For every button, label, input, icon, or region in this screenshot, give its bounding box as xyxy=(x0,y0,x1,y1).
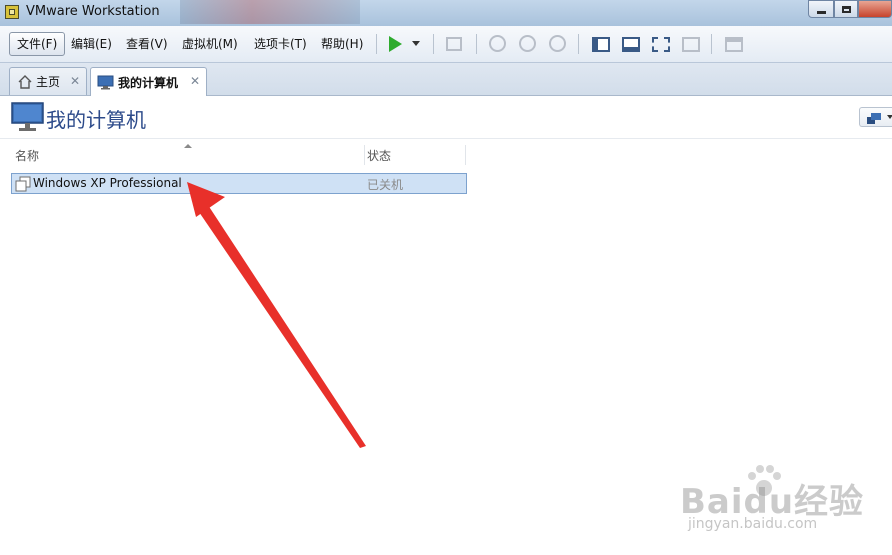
toolbar-separator xyxy=(578,34,579,54)
column-divider[interactable] xyxy=(364,145,365,165)
view-mode-button[interactable] xyxy=(859,107,892,127)
vm-list-header: 名称 状态 xyxy=(10,144,467,165)
tab-home-label: 主页 xyxy=(36,75,61,89)
toolbar-separator xyxy=(711,34,712,54)
column-divider[interactable] xyxy=(465,145,466,165)
snapshot-revert-icon[interactable] xyxy=(519,35,536,52)
sort-ascending-icon xyxy=(184,144,192,148)
baidu-watermark: Baidu经验 jingyan.baidu.com xyxy=(680,460,880,540)
table-row[interactable]: Windows XP Professional 已关机 xyxy=(11,173,467,194)
menu-tabs[interactable]: 选项卡(T) xyxy=(254,35,307,53)
snapshot-manager-icon[interactable] xyxy=(549,35,566,52)
annotation-arrow-shaft xyxy=(199,202,366,448)
menu-edit[interactable]: 编辑(E) xyxy=(71,35,112,53)
full-screen-icon[interactable] xyxy=(652,37,670,52)
close-window-button[interactable] xyxy=(858,0,892,18)
dropdown-arrow-icon[interactable] xyxy=(412,41,420,46)
close-tab-icon[interactable]: ✕ xyxy=(70,74,80,88)
chevron-down-icon xyxy=(887,115,892,119)
maximize-button[interactable] xyxy=(834,0,858,18)
page-title: 我的计算机 xyxy=(46,108,146,132)
send-ctrl-alt-del-icon[interactable] xyxy=(446,37,462,51)
snapshot-take-icon[interactable] xyxy=(489,35,506,52)
virtual-machine-icon xyxy=(15,176,31,192)
view-mode-icon xyxy=(867,113,881,124)
thumbnail-icon[interactable] xyxy=(725,37,743,52)
page-header: 我的计算机 xyxy=(0,96,892,139)
minimize-icon xyxy=(816,10,826,14)
column-status[interactable]: 状态 xyxy=(367,145,391,165)
menu-help[interactable]: 帮助(H) xyxy=(321,35,363,53)
title-bar: VMware Workstation xyxy=(0,0,892,26)
home-icon xyxy=(18,74,32,89)
window-title: VMware Workstation xyxy=(26,4,160,19)
toolbar-separator xyxy=(376,34,377,54)
vm-name: Windows XP Professional xyxy=(33,176,182,190)
toolbar-separator xyxy=(433,34,434,54)
toolbar-separator xyxy=(476,34,477,54)
tab-my-computer[interactable]: 我的计算机 ✕ xyxy=(90,67,207,96)
menu-toolbar-bar: 文件(F) 编辑(E) 查看(V) 虚拟机(M) 选项卡(T) 帮助(H) xyxy=(0,26,892,63)
column-name[interactable]: 名称 xyxy=(15,145,39,165)
show-library-icon[interactable] xyxy=(592,37,610,52)
console-view-icon[interactable] xyxy=(622,37,640,52)
unity-icon[interactable] xyxy=(682,37,700,52)
tab-my-computer-label: 我的计算机 xyxy=(118,75,179,90)
maximize-icon xyxy=(841,5,851,13)
menu-view[interactable]: 查看(V) xyxy=(126,35,168,53)
minimize-button[interactable] xyxy=(808,0,834,18)
window-controls xyxy=(808,0,892,19)
menu-file[interactable]: 文件(F) xyxy=(9,32,66,56)
tab-home[interactable]: 主页 ✕ xyxy=(9,67,87,95)
play-icon[interactable] xyxy=(389,36,402,52)
close-tab-icon[interactable]: ✕ xyxy=(190,74,200,88)
background-wallpaper xyxy=(180,0,360,24)
menu-vm[interactable]: 虚拟机(M) xyxy=(182,35,238,53)
computer-monitor-icon xyxy=(11,102,44,131)
watermark-url: jingyan.baidu.com xyxy=(688,516,818,532)
tab-strip: 主页 ✕ 我的计算机 ✕ xyxy=(0,63,892,96)
vmware-app-icon xyxy=(5,5,19,19)
computer-icon xyxy=(97,75,114,90)
vm-status: 已关机 xyxy=(367,178,404,192)
